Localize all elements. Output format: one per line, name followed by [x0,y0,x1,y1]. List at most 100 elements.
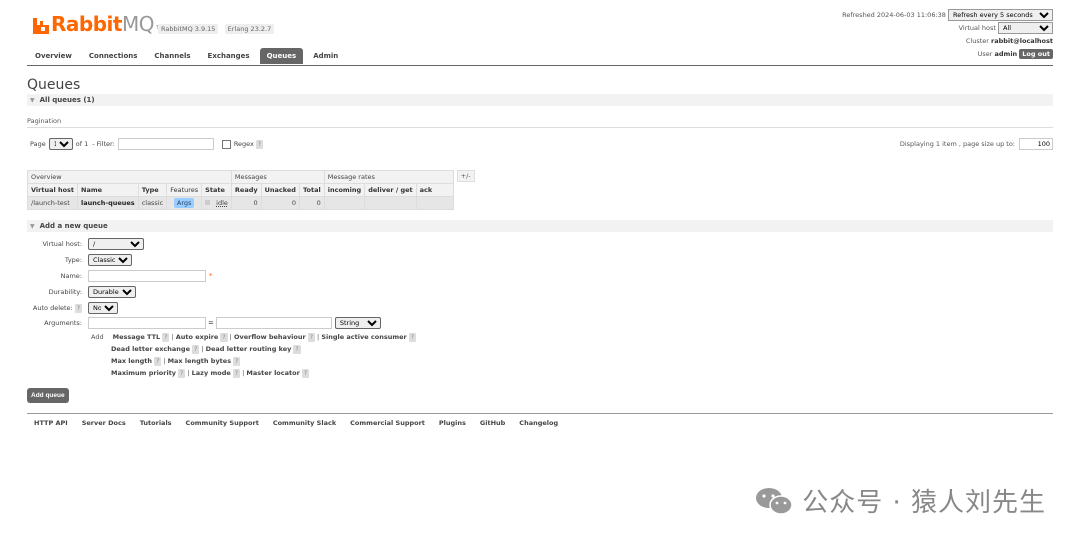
arg-dead-letter-exchange[interactable]: Dead letter exchange [111,345,190,353]
col-virtual-host[interactable]: Virtual host [26,183,79,197]
refresh-interval-select[interactable]: Refresh every 5 seconds [948,9,1053,21]
erlang-version: Erlang 23.2.7 [224,24,275,34]
columns-toggle[interactable]: +/- [456,170,475,182]
col-ready[interactable]: Ready [230,183,262,197]
argument-shortcuts: Add Message TTL ? | Auto expire ? | Over… [91,333,416,378]
tab-queues[interactable]: Queues [259,48,304,64]
tab-channels[interactable]: Channels [147,48,197,64]
arg-master-locator[interactable]: Master locator [246,369,299,377]
vhost-field-select[interactable]: / [88,238,144,250]
col-type[interactable]: Type [137,183,168,197]
queue-name-link[interactable]: launch-queues [77,196,139,210]
col-total[interactable]: Total [298,183,325,197]
help-icon[interactable]: ? [301,369,310,378]
help-icon[interactable]: ? [220,333,228,342]
help-icon[interactable]: ? [408,333,416,342]
rabbitmq-logo[interactable]: RabbitMQ TM [33,12,163,34]
watermark: 公众号 · 猿人刘先生 [754,482,1046,519]
rabbitmq-version: RabbitMQ 3.9.15 [158,24,219,34]
vhost-select[interactable]: All [998,22,1053,34]
add-queue-section[interactable]: ▼ Add a new queue [27,220,1053,232]
group-messages: Messages [230,170,325,184]
page-count: of 1 [75,140,89,148]
footer-plugins[interactable]: Plugins [439,419,466,427]
cell-unacked: 0 [260,196,300,210]
filter-input[interactable] [117,138,214,150]
user-label: User [977,50,993,58]
col-incoming[interactable]: incoming [323,183,366,197]
footer-server-docs[interactable]: Server Docs [82,419,126,427]
footer-community-slack[interactable]: Community Slack [273,419,336,427]
arg-overflow-behaviour[interactable]: Overflow behaviour [234,333,306,341]
help-icon[interactable]: ? [178,369,186,378]
help-icon[interactable]: ? [255,139,264,149]
tab-admin[interactable]: Admin [306,48,345,64]
footer-divider [27,413,1053,414]
page-title: Queues [27,77,81,93]
col-name[interactable]: Name [77,183,139,197]
help-icon[interactable]: ? [154,357,162,366]
table-row[interactable]: /launch-test launch-queues classic Args … [26,196,454,210]
auto-delete-select[interactable]: No [88,302,118,314]
tab-overview[interactable]: Overview [28,48,79,64]
cell-state: idle [201,196,232,210]
logout-button[interactable]: Log out [1019,49,1053,59]
col-deliver-get[interactable]: deliver / get [364,183,417,197]
footer-changelog[interactable]: Changelog [519,419,558,427]
add-queue-button[interactable]: Add queue [27,388,69,403]
page-size-controls: Displaying 1 item , page size up to: [900,138,1053,150]
regex-checkbox[interactable] [221,139,231,149]
arg-single-active-consumer[interactable]: Single active consumer [321,333,406,341]
page-label: Page [30,140,46,148]
help-icon[interactable]: ? [192,345,200,354]
argument-value-input[interactable] [215,317,332,329]
type-select[interactable]: Classic [88,254,132,266]
help-icon[interactable]: ? [232,369,241,378]
help-icon[interactable]: ? [233,357,241,366]
tab-connections[interactable]: Connections [82,48,145,64]
type-row: Type: Classic [27,254,132,266]
col-ack[interactable]: ack [415,183,454,197]
watermark-text: 公众号 · 猿人刘先生 [802,488,1046,518]
queues-table-wrap: Overview Messages Message rates Virtual … [26,170,475,210]
displaying-text: Displaying 1 item , page size up to: [899,140,1015,148]
pagination-label[interactable]: Pagination [27,117,61,125]
page-select[interactable]: 1 [48,138,73,150]
arg-lazy-mode[interactable]: Lazy mode [192,369,231,377]
arg-max-length-bytes[interactable]: Max length bytes [168,357,232,365]
logo-brand: Rabbit [51,12,122,36]
help-icon[interactable]: ? [293,345,301,354]
arg-maximum-priority[interactable]: Maximum priority [111,369,176,377]
argument-type-select[interactable]: String [334,317,381,329]
durability-select[interactable]: Durable [88,286,136,298]
add-label: Add [91,333,104,341]
help-icon[interactable]: ? [162,333,170,342]
col-features: Features [166,183,203,197]
main-nav: Overview Connections Channels Exchanges … [28,48,348,64]
tab-exchanges[interactable]: Exchanges [201,48,257,64]
footer-commercial-support[interactable]: Commercial Support [350,419,425,427]
cell-type: classic [137,196,168,210]
all-queues-section[interactable]: ▼ All queues (1) [27,94,1053,106]
footer-tutorials[interactable]: Tutorials [140,419,172,427]
help-icon[interactable]: ? [74,303,82,313]
args-badge[interactable]: Args [173,198,195,208]
footer-community-support[interactable]: Community Support [186,419,259,427]
required-marker: * [209,272,213,280]
footer-http-api[interactable]: HTTP API [34,419,68,427]
col-state[interactable]: State [201,183,232,197]
arg-dead-letter-routing-key[interactable]: Dead letter routing key [206,345,292,353]
arg-auto-expire[interactable]: Auto expire [176,333,219,341]
argument-key-input[interactable] [88,317,206,329]
arg-max-length[interactable]: Max length [111,357,152,365]
wechat-icon [756,487,793,515]
regex-label: Regex [233,140,254,148]
help-icon[interactable]: ? [307,333,315,342]
vhost-field-label: Virtual host: [42,240,82,248]
footer-github[interactable]: GitHub [480,419,505,427]
arg-message-ttl[interactable]: Message TTL [113,333,160,341]
page-size-input[interactable] [1019,138,1053,150]
vhost-row: Virtual host: / [27,238,144,250]
col-unacked[interactable]: Unacked [260,183,300,197]
queue-name-input[interactable] [88,270,206,282]
